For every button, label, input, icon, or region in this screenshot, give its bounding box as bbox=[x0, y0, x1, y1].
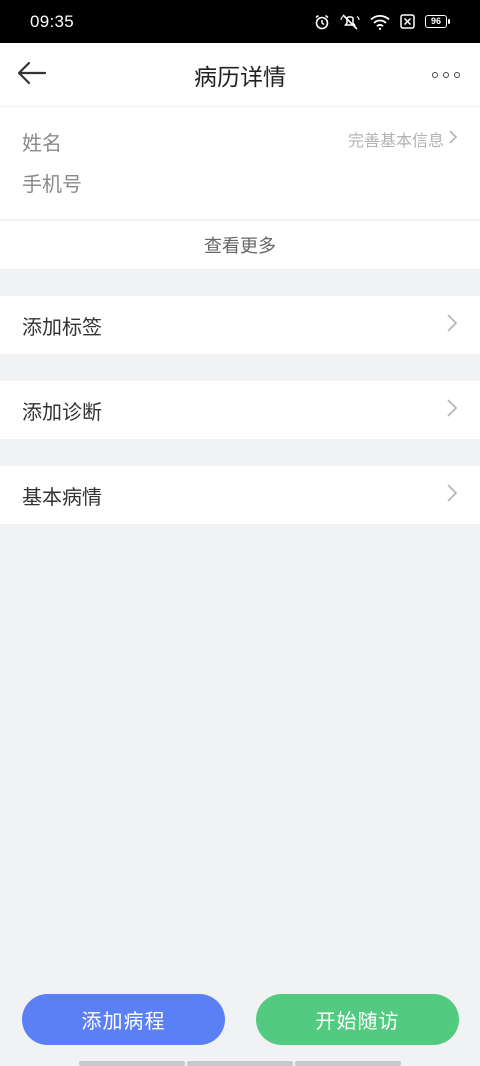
view-more-button[interactable]: 查看更多 bbox=[0, 221, 480, 269]
page-title: 病历详情 bbox=[194, 64, 286, 91]
chevron-right-icon bbox=[446, 313, 458, 337]
basic-condition-row[interactable]: 基本病情 bbox=[0, 466, 480, 524]
more-dot bbox=[443, 72, 449, 78]
battery-icon: 96 bbox=[425, 15, 450, 28]
home-indicator-segment bbox=[187, 1061, 293, 1066]
home-indicator-segment bbox=[295, 1061, 401, 1066]
home-indicator[interactable] bbox=[79, 1061, 401, 1066]
complete-info-label: 完善基本信息 bbox=[347, 131, 444, 150]
phone-label: 手机号 bbox=[22, 172, 82, 196]
more-button[interactable] bbox=[426, 57, 466, 93]
chevron-right-icon bbox=[446, 483, 458, 507]
chevron-right-icon bbox=[448, 129, 458, 149]
chevron-right-icon bbox=[446, 398, 458, 422]
add-tag-label: 添加标签 bbox=[22, 314, 102, 339]
add-diagnosis-label: 添加诊断 bbox=[22, 399, 102, 424]
status-bar: 09:35 96 bbox=[0, 0, 480, 43]
status-time: 09:35 bbox=[30, 11, 75, 31]
start-followup-button[interactable]: 开始随访 bbox=[256, 994, 459, 1045]
view-more-label: 查看更多 bbox=[204, 236, 276, 257]
nav-bar: 病历详情 bbox=[0, 43, 480, 107]
status-icons: 96 bbox=[314, 13, 450, 30]
back-button[interactable] bbox=[14, 57, 50, 93]
mute-icon bbox=[340, 13, 360, 30]
basic-condition-label: 基本病情 bbox=[22, 484, 102, 509]
add-diagnosis-row[interactable]: 添加诊断 bbox=[0, 381, 480, 439]
wifi-icon bbox=[370, 14, 390, 30]
add-course-button[interactable]: 添加病程 bbox=[22, 994, 225, 1045]
more-dot bbox=[454, 72, 460, 78]
more-dots-icon bbox=[432, 72, 438, 78]
battery-level: 96 bbox=[425, 15, 447, 28]
sim-off-icon bbox=[400, 14, 415, 29]
name-label: 姓名 bbox=[22, 131, 62, 155]
add-tag-row[interactable]: 添加标签 bbox=[0, 296, 480, 354]
patient-info-card: 姓名 手机号 完善基本信息 bbox=[0, 107, 480, 220]
home-indicator-segment bbox=[79, 1061, 185, 1066]
arrow-left-icon bbox=[17, 61, 47, 89]
complete-info-link[interactable]: 完善基本信息 bbox=[348, 127, 458, 151]
alarm-icon bbox=[314, 14, 330, 30]
